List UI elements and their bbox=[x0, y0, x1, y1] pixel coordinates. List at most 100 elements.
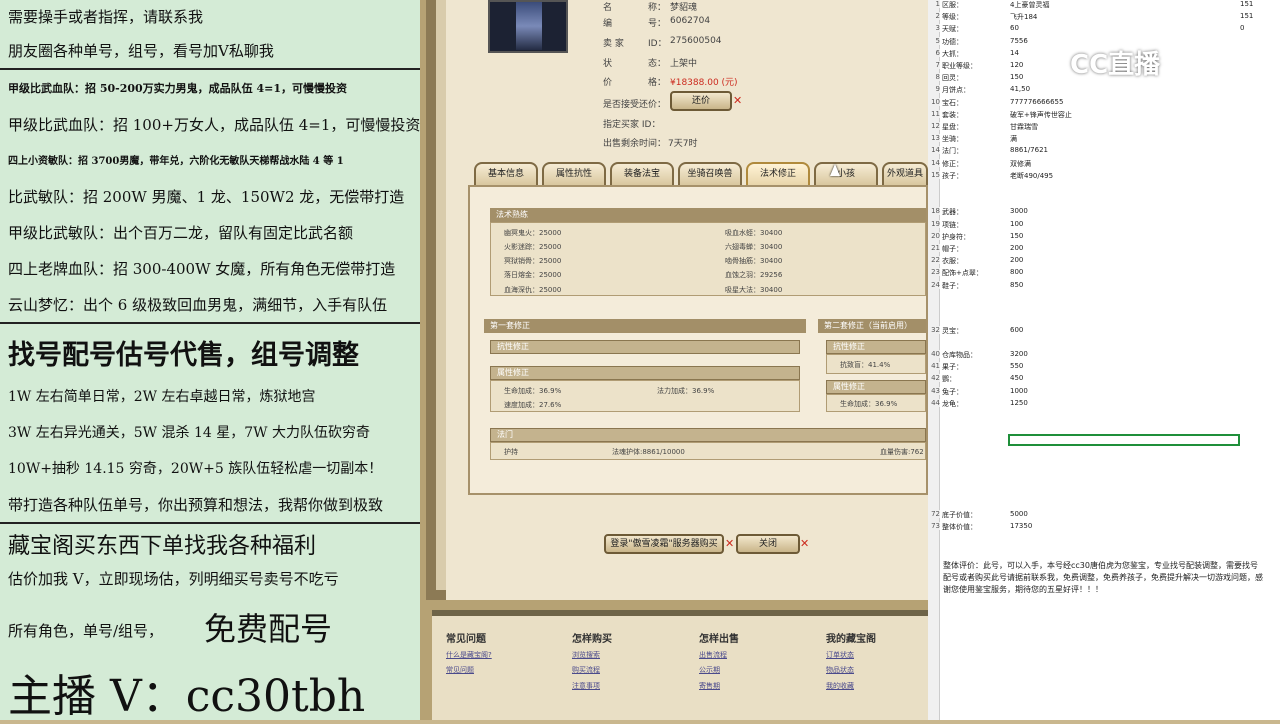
tab-appearance[interactable]: 外观道具 bbox=[882, 162, 928, 186]
row-number[interactable]: 14 bbox=[928, 158, 940, 167]
tab-child[interactable]: 小孩 bbox=[814, 162, 878, 186]
sheet-value[interactable]: 777776666655 bbox=[1010, 98, 1063, 106]
sheet-label[interactable]: 项链： bbox=[942, 220, 963, 230]
sheet-label[interactable]: 修正： bbox=[942, 159, 963, 169]
sheet-value[interactable]: 450 bbox=[1010, 374, 1023, 382]
sheet-label[interactable]: 龙龟： bbox=[942, 399, 963, 409]
sheet-value[interactable]: 151 bbox=[1240, 12, 1253, 20]
bargain-button[interactable]: 还价 bbox=[670, 91, 732, 111]
row-number[interactable]: 12 bbox=[928, 122, 940, 130]
sheet-label[interactable]: 衣服： bbox=[942, 256, 963, 266]
sheet-value[interactable]: 双修满 bbox=[1010, 159, 1031, 169]
login-purchase-button[interactable]: 登录"傲雪凌霜"服务器购买 bbox=[604, 534, 724, 554]
sheet-label[interactable]: 套装： bbox=[942, 110, 963, 120]
sheet-value[interactable]: 200 bbox=[1010, 256, 1023, 264]
footer-link[interactable]: 出售流程 bbox=[699, 650, 727, 660]
sheet-value[interactable]: 1000 bbox=[1010, 387, 1028, 395]
sheet-label[interactable]: 等级： bbox=[942, 12, 963, 22]
close-button[interactable]: 关闭 bbox=[736, 534, 800, 554]
sheet-value[interactable]: 8861/7621 bbox=[1010, 146, 1048, 154]
row-number[interactable]: 18 bbox=[928, 207, 940, 216]
sheet-label[interactable]: 灵宝： bbox=[942, 326, 963, 336]
sheet-value[interactable]: 600 bbox=[1010, 326, 1023, 334]
row-number[interactable]: 3 bbox=[928, 24, 940, 33]
sheet-value[interactable]: 3000 bbox=[1010, 207, 1028, 215]
sheet-label[interactable]: 职业等级： bbox=[942, 61, 977, 71]
row-number[interactable]: 6 bbox=[928, 48, 940, 57]
row-number[interactable]: 44 bbox=[928, 398, 940, 407]
tab-basic-info[interactable]: 基本信息 bbox=[474, 162, 538, 186]
sheet-value[interactable]: 550 bbox=[1010, 362, 1023, 370]
row-number[interactable]: 41 bbox=[928, 362, 940, 371]
sheet-label[interactable]: 鞋子： bbox=[942, 281, 963, 291]
sheet-value[interactable]: 0 bbox=[1240, 24, 1244, 32]
row-number[interactable]: 1 bbox=[928, 0, 940, 8]
row-number[interactable]: 7 bbox=[928, 61, 940, 69]
sheet-label[interactable]: 鹦： bbox=[942, 374, 956, 384]
tab-spell-correction[interactable]: 法术修正 bbox=[746, 162, 810, 186]
footer-link[interactable]: 订单状态 bbox=[826, 650, 854, 660]
sheet-label[interactable]: 孩子： bbox=[942, 171, 963, 181]
footer-link[interactable]: 购买流程 bbox=[572, 665, 600, 675]
sheet-value[interactable]: 1250 bbox=[1010, 399, 1028, 407]
sheet-value[interactable]: 5000 bbox=[1010, 510, 1028, 518]
sheet-value[interactable]: 7556 bbox=[1010, 37, 1028, 45]
sheet-value[interactable]: 100 bbox=[1010, 220, 1023, 228]
sheet-value[interactable]: 60 bbox=[1010, 24, 1019, 32]
sheet-label[interactable]: 帽子： bbox=[942, 244, 963, 254]
row-number[interactable]: 24 bbox=[928, 280, 940, 289]
footer-link[interactable]: 公示期 bbox=[699, 665, 720, 675]
row-number[interactable]: 19 bbox=[928, 219, 940, 228]
tab-mounts-pets[interactable]: 坐骑召唤兽 bbox=[678, 162, 742, 186]
sheet-value[interactable]: 3200 bbox=[1010, 350, 1028, 358]
row-number[interactable]: 21 bbox=[928, 244, 940, 252]
sheet-label[interactable]: 宝石： bbox=[942, 98, 963, 108]
footer-link[interactable]: 物品状态 bbox=[826, 665, 854, 675]
sheet-label[interactable]: 大抓： bbox=[942, 49, 963, 59]
sheet-value[interactable]: 150 bbox=[1010, 73, 1023, 81]
selected-cell[interactable] bbox=[1008, 434, 1240, 446]
row-number[interactable]: 8 bbox=[928, 73, 940, 82]
row-number[interactable]: 2 bbox=[928, 12, 940, 21]
row-number[interactable]: 5 bbox=[928, 36, 940, 45]
sheet-value[interactable]: 120 bbox=[1010, 61, 1023, 69]
sheet-value[interactable]: 满 bbox=[1010, 134, 1017, 144]
sheet-value[interactable]: 150 bbox=[1010, 232, 1023, 240]
tab-attributes[interactable]: 属性抗性 bbox=[542, 162, 606, 186]
sheet-value[interactable]: 老断490/495 bbox=[1010, 171, 1053, 181]
footer-link[interactable]: 常见问题 bbox=[446, 665, 474, 675]
sheet-value[interactable]: 151 bbox=[1240, 0, 1253, 8]
footer-link[interactable]: 什么是藏宝阁? bbox=[446, 650, 492, 660]
sheet-value[interactable]: 甘霖瑞雪 bbox=[1010, 122, 1038, 132]
row-number[interactable]: 14 bbox=[928, 146, 940, 155]
sheet-label[interactable]: 坐骑： bbox=[942, 134, 963, 144]
sheet-label[interactable]: 月饼点： bbox=[942, 85, 970, 95]
row-number[interactable]: 10 bbox=[928, 97, 940, 106]
sheet-label[interactable]: 武器： bbox=[942, 207, 963, 217]
sheet-label[interactable]: 整体价值： bbox=[942, 522, 977, 532]
sheet-label[interactable]: 护身符： bbox=[942, 232, 970, 242]
row-number[interactable]: 43 bbox=[928, 386, 940, 395]
row-number[interactable]: 32 bbox=[928, 326, 940, 334]
sheet-label[interactable]: 回灵： bbox=[942, 73, 963, 83]
sheet-value[interactable]: 41,50 bbox=[1010, 85, 1030, 93]
row-number[interactable]: 42 bbox=[928, 374, 940, 383]
row-number[interactable]: 40 bbox=[928, 350, 940, 358]
row-number[interactable]: 73 bbox=[928, 522, 940, 530]
footer-link[interactable]: 我的收藏 bbox=[826, 681, 854, 691]
tab-equipment[interactable]: 装备法宝 bbox=[610, 162, 674, 186]
row-number[interactable]: 9 bbox=[928, 85, 940, 94]
row-number[interactable]: 22 bbox=[928, 256, 940, 265]
footer-link[interactable]: 浏览搜索 bbox=[572, 650, 600, 660]
sheet-value[interactable]: 14 bbox=[1010, 49, 1019, 57]
row-number[interactable]: 20 bbox=[928, 231, 940, 240]
sheet-label[interactable]: 果子： bbox=[942, 362, 963, 372]
sheet-label[interactable]: 功德： bbox=[942, 37, 963, 47]
sheet-value[interactable]: 800 bbox=[1010, 268, 1023, 276]
sheet-label[interactable]: 兔子： bbox=[942, 387, 963, 397]
sheet-value[interactable]: 4上豪曾灵福 bbox=[1010, 0, 1049, 10]
sheet-label[interactable]: 底子价值： bbox=[942, 510, 977, 520]
footer-link[interactable]: 注意事项 bbox=[572, 681, 600, 691]
sheet-value[interactable]: 破军+锋声传世容止 bbox=[1010, 110, 1072, 120]
row-number[interactable]: 15 bbox=[928, 170, 940, 179]
